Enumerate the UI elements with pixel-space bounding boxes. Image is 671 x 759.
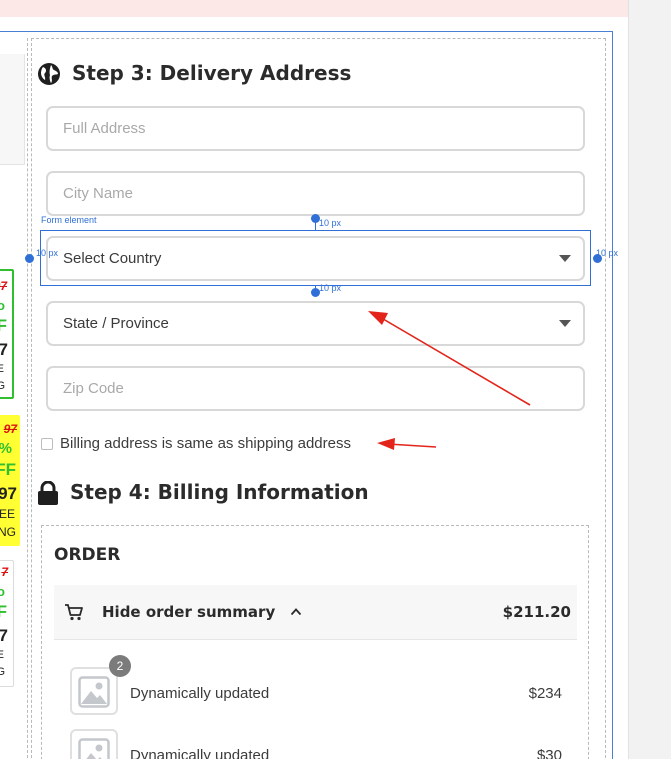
annotation-arrows — [368, 311, 531, 450]
arrow-to-billing-checkbox — [377, 438, 437, 450]
checkout-editor-canvas: 97 o F 7 E G 97 % FF 97 EE NG 7 o F 7 E … — [0, 0, 671, 759]
arrow-to-state-select — [368, 311, 531, 406]
